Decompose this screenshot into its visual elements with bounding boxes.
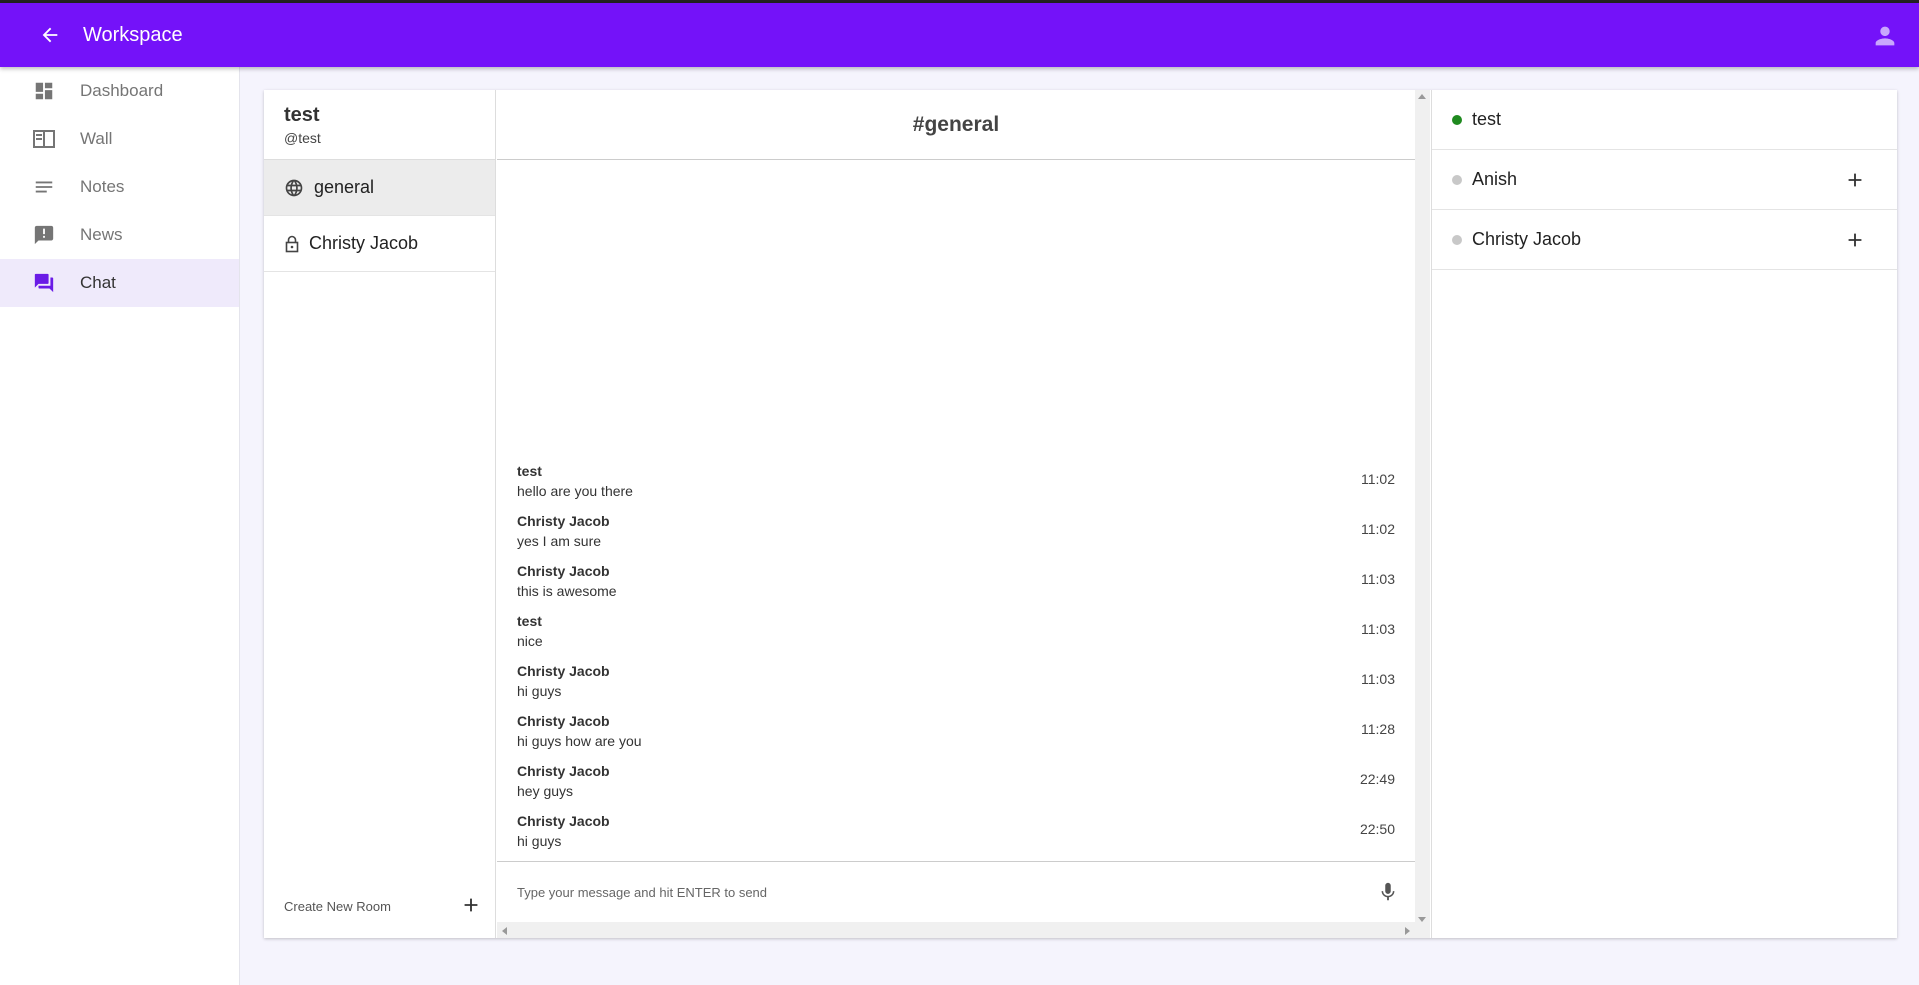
- offline-status-dot: [1452, 174, 1462, 185]
- user-handle: @test: [284, 130, 321, 146]
- create-room-button[interactable]: Create New Room: [264, 874, 496, 938]
- room-label: general: [314, 177, 375, 197]
- offline-status-dot: [1452, 234, 1462, 245]
- sidebar-item-label: Dashboard: [80, 81, 164, 100]
- members-column: test Anish Christy Jacob: [1431, 90, 1897, 938]
- app-title: Workspace: [83, 23, 183, 46]
- message-text: hi guys how are you: [517, 733, 642, 749]
- room-item-christy-jacob[interactable]: Christy Jacob: [264, 216, 495, 272]
- message-author: test: [517, 463, 542, 479]
- message-author: Christy Jacob: [517, 813, 610, 829]
- message-author: Christy Jacob: [517, 713, 610, 729]
- message-text: hi guys: [517, 683, 562, 699]
- sidebar-item-chat[interactable]: Chat: [0, 259, 239, 307]
- message-time: 11:28: [1361, 721, 1395, 737]
- message-time: 22:50: [1359, 821, 1395, 837]
- dashboard-icon: [32, 79, 56, 103]
- rooms-column: test @test general Christy Jacob Create …: [264, 90, 496, 938]
- sidebar-item-dashboard[interactable]: Dashboard: [0, 67, 239, 115]
- chat-column: #general test hello are you there 11:02 …: [497, 90, 1415, 938]
- lock-icon: [284, 233, 300, 255]
- app-bar: Workspace: [0, 3, 1919, 67]
- message-item: Christy Jacob yes I am sure 11:02: [497, 511, 1415, 561]
- message-time: 11:02: [1361, 521, 1395, 537]
- current-user: test @test: [264, 90, 495, 160]
- message-text: hi guys: [517, 833, 562, 849]
- message-item: Christy Jacob hi guys how are you 11:28: [497, 711, 1415, 761]
- member-item: Christy Jacob: [1432, 210, 1897, 270]
- chat-header: #general: [497, 90, 1415, 160]
- add-member-plus-icon[interactable]: [1844, 229, 1866, 251]
- create-room-label: Create New Room: [284, 898, 391, 914]
- room-item-general[interactable]: general: [264, 160, 495, 216]
- member-name: Anish: [1472, 169, 1518, 189]
- horizontal-scrollbar[interactable]: [497, 922, 1415, 938]
- notes-icon: [32, 175, 56, 199]
- message-item: Christy Jacob hey guys 22:49: [497, 761, 1415, 811]
- sidebar-item-label: Wall: [80, 129, 113, 148]
- mic-icon[interactable]: [1377, 880, 1399, 904]
- message-time: 22:49: [1359, 771, 1395, 787]
- arrow-back-icon[interactable]: [33, 18, 67, 52]
- plus-icon[interactable]: [460, 894, 482, 916]
- wall-icon: [32, 127, 56, 151]
- scroll-up-arrow-icon[interactable]: [1418, 94, 1426, 99]
- sidebar-item-notes[interactable]: Notes: [0, 163, 239, 211]
- message-composer: [497, 861, 1415, 922]
- user-name: test: [284, 104, 320, 126]
- message-text: hello are you there: [517, 483, 633, 499]
- message-item: Christy Jacob hi guys 22:50: [497, 811, 1415, 861]
- member-item: Anish: [1432, 150, 1897, 210]
- message-author: Christy Jacob: [517, 513, 610, 529]
- message-time: 11:02: [1361, 471, 1395, 487]
- channel-title: #general: [912, 112, 1000, 136]
- member-item: test: [1432, 90, 1897, 150]
- chat-icon: [32, 271, 56, 295]
- add-member-plus-icon[interactable]: [1844, 169, 1866, 191]
- chat-panel: test @test general Christy Jacob Create …: [264, 90, 1897, 938]
- message-item: Christy Jacob hi guys 11:03: [497, 661, 1415, 711]
- message-time: 11:03: [1361, 671, 1395, 687]
- message-author: test: [517, 613, 542, 629]
- sidebar-item-label: Notes: [80, 177, 125, 196]
- room-label: Christy Jacob: [309, 233, 419, 253]
- scroll-right-arrow-icon[interactable]: [1405, 927, 1410, 935]
- message-author: Christy Jacob: [517, 763, 610, 779]
- scroll-left-arrow-icon[interactable]: [502, 927, 507, 935]
- sidebar-item-label: Chat: [80, 273, 116, 292]
- account-icon[interactable]: [1871, 22, 1899, 50]
- member-name: test: [1472, 109, 1502, 129]
- message-author: Christy Jacob: [517, 563, 610, 579]
- message-item: test hello are you there 11:02: [497, 461, 1415, 511]
- message-text: this is awesome: [517, 583, 617, 599]
- message-list: test hello are you there 11:02 Christy J…: [497, 461, 1415, 861]
- sidebar-item-news[interactable]: News: [0, 211, 239, 259]
- sidebar-item-wall[interactable]: Wall: [0, 115, 239, 163]
- message-author: Christy Jacob: [517, 663, 610, 679]
- message-input[interactable]: [517, 884, 1337, 900]
- scroll-down-arrow-icon[interactable]: [1418, 917, 1426, 922]
- online-status-dot: [1452, 114, 1462, 125]
- message-text: nice: [517, 633, 543, 649]
- sidebar-item-label: News: [80, 225, 123, 244]
- news-icon: [32, 223, 56, 247]
- message-item: Christy Jacob this is awesome 11:03: [497, 561, 1415, 611]
- vertical-scrollbar[interactable]: [1415, 90, 1430, 938]
- message-text: hey guys: [517, 783, 574, 799]
- globe-icon: [283, 177, 305, 199]
- sidebar: Dashboard Wall Notes News Chat: [0, 67, 240, 985]
- message-item: test nice 11:03: [497, 611, 1415, 661]
- message-time: 11:03: [1361, 571, 1395, 587]
- message-time: 11:03: [1361, 621, 1395, 637]
- member-name: Christy Jacob: [1472, 229, 1582, 249]
- message-text: yes I am sure: [517, 533, 602, 549]
